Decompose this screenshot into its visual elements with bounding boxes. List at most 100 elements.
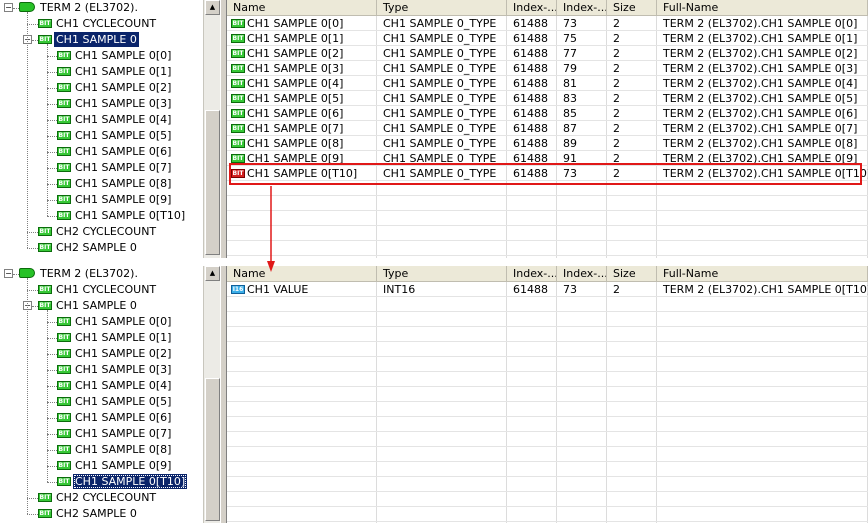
column-header-size[interactable]: Size <box>607 0 657 16</box>
table-row[interactable]: BIT CH1 SAMPLE 0[2] CH1 SAMPLE 0_TYPE 61488… <box>227 46 868 61</box>
tree-node-terminal[interactable]: TERM 2 (EL3702). <box>19 0 140 16</box>
bit-variable-icon: BIT <box>38 508 52 518</box>
green-bit-icon: BIT <box>231 78 245 88</box>
tree-collapse-icon[interactable]: − <box>4 269 13 278</box>
tree-node-ch2-cyclecount[interactable]: BIT CH2 CYCLECOUNT <box>38 224 158 240</box>
tree-node-label: CH1 SAMPLE 0[5] <box>75 395 172 408</box>
tree-node-sample-item[interactable]: BIT CH1 SAMPLE 0[9] <box>57 458 173 474</box>
column-header-idx2[interactable]: Index-... <box>557 266 607 282</box>
column-header-type[interactable]: Type <box>377 266 507 282</box>
tree-node-sample-item[interactable]: BIT CH1 SAMPLE 0[8] <box>57 442 173 458</box>
bit-variable-icon: BIT <box>57 130 71 140</box>
table-row[interactable]: BIT CH1 SAMPLE 0[4] CH1 SAMPLE 0_TYPE 61488… <box>227 76 868 91</box>
column-header-name[interactable]: Name <box>227 266 377 282</box>
scroll-thumb[interactable] <box>205 110 220 255</box>
cell-idx2: 83 <box>563 92 577 105</box>
tree-node-sample-item[interactable]: BIT CH1 SAMPLE 0[7] <box>57 160 173 176</box>
table-row[interactable]: BIT CH1 SAMPLE 0[1] CH1 SAMPLE 0_TYPE 61488… <box>227 31 868 46</box>
column-header-size[interactable]: Size <box>607 266 657 282</box>
scroll-thumb[interactable] <box>205 378 220 521</box>
splitter[interactable] <box>220 266 227 523</box>
tree-node-sample-item[interactable]: BIT CH1 SAMPLE 0[3] <box>57 362 173 378</box>
variable-list[interactable]: Name Type Index-... Index-... Size Full-Name I… <box>227 266 868 523</box>
column-header-idx1[interactable]: Index-... <box>507 0 557 16</box>
tree-node-sample-item[interactable]: BIT CH1 SAMPLE 0[1] <box>57 64 173 80</box>
tree-node-sample-item[interactable]: BIT CH1 SAMPLE 0[4] <box>57 112 173 128</box>
tree-node-sample-item[interactable]: BIT CH1 SAMPLE 0[T10] <box>57 208 187 224</box>
cell-size: 2 <box>613 283 620 296</box>
tree-node-ch2-sample-0[interactable]: BIT CH2 SAMPLE 0 <box>38 506 139 522</box>
cell-size: 2 <box>613 137 620 150</box>
table-row[interactable]: BIT CH1 SAMPLE 0[6] CH1 SAMPLE 0_TYPE 61488… <box>227 106 868 121</box>
splitter[interactable] <box>220 0 227 258</box>
tree-node-label: CH1 CYCLECOUNT <box>56 17 157 30</box>
bit-variable-icon: BIT <box>57 50 71 60</box>
green-bit-icon: BIT <box>231 93 245 103</box>
tree-node-sample-item[interactable]: BIT CH1 SAMPLE 0[2] <box>57 80 173 96</box>
tree-node-label: CH1 SAMPLE 0[6] <box>75 145 172 158</box>
bit-variable-icon: BIT <box>38 284 52 294</box>
tree-node-sample-item[interactable]: BIT CH1 SAMPLE 0[6] <box>57 144 173 160</box>
tree-node-label: CH1 SAMPLE 0[5] <box>75 129 172 142</box>
tree-node-sample-item[interactable]: BIT CH1 SAMPLE 0[2] <box>57 346 173 362</box>
tree-node-label: CH1 SAMPLE 0[1] <box>75 65 172 78</box>
tree-node-ch1-sample-0[interactable]: BIT CH1 SAMPLE 0 <box>38 298 139 314</box>
table-row[interactable]: BIT CH1 SAMPLE 0[5] CH1 SAMPLE 0_TYPE 61488… <box>227 91 868 106</box>
column-header-idx1[interactable]: Index-... <box>507 266 557 282</box>
tree-node-ch2-cyclecount[interactable]: BIT CH2 CYCLECOUNT <box>38 490 158 506</box>
cell-idx1: 61488 <box>513 283 548 296</box>
tree-node-sample-item[interactable]: BIT CH1 SAMPLE 0[5] <box>57 394 173 410</box>
tree-node-sample-item[interactable]: BIT CH1 SAMPLE 0[1] <box>57 330 173 346</box>
tree-scrollbar[interactable]: ▲ <box>203 266 220 523</box>
tree-node-sample-item[interactable]: BIT CH1 SAMPLE 0[3] <box>57 96 173 112</box>
column-header-name[interactable]: Name <box>227 0 377 16</box>
tree-node-sample-item[interactable]: BIT CH1 SAMPLE 0[4] <box>57 378 173 394</box>
table-row[interactable]: BIT CH1 SAMPLE 0[3] CH1 SAMPLE 0_TYPE 61488… <box>227 61 868 76</box>
tree-view[interactable]: − TERM 2 (EL3702). BIT CH1 CYCLECOUNT − BIT CH… <box>0 266 203 523</box>
tree-node-label: CH2 SAMPLE 0 <box>56 241 137 254</box>
green-bit-icon: BIT <box>231 123 245 133</box>
tree-node-sample-item[interactable]: BIT CH1 SAMPLE 0[8] <box>57 176 173 192</box>
tree-node-sample-item[interactable]: BIT CH1 SAMPLE 0[T10] <box>57 474 188 490</box>
green-bit-icon: BIT <box>231 63 245 73</box>
bit-variable-icon: BIT <box>57 316 71 326</box>
tree-node-ch1-sample-0[interactable]: BIT CH1 SAMPLE 0 <box>38 32 139 48</box>
tree-scrollbar[interactable]: ▲ <box>203 0 220 258</box>
scroll-up-icon[interactable]: ▲ <box>205 266 220 281</box>
scroll-up-icon[interactable]: ▲ <box>205 0 220 15</box>
tree-node-ch1-cyclecount[interactable]: BIT CH1 CYCLECOUNT <box>38 282 158 298</box>
tree-node-sample-item[interactable]: BIT CH1 SAMPLE 0[6] <box>57 410 173 426</box>
cell-idx1: 61488 <box>513 122 548 135</box>
bit-variable-icon: BIT <box>57 114 71 124</box>
tree-node-sample-item[interactable]: BIT CH1 SAMPLE 0[0] <box>57 48 173 64</box>
cell-full: TERM 2 (EL3702).CH1 SAMPLE 0[0] <box>663 17 858 30</box>
tree-node-sample-item[interactable]: BIT CH1 SAMPLE 0[7] <box>57 426 173 442</box>
bit-variable-icon: BIT <box>57 66 71 76</box>
table-row[interactable]: BIT CH1 SAMPLE 0[8] CH1 SAMPLE 0_TYPE 61488… <box>227 136 868 151</box>
cell-name: BIT CH1 SAMPLE 0[3] <box>231 62 344 75</box>
table-row[interactable]: BIT CH1 SAMPLE 0[7] CH1 SAMPLE 0_TYPE 61488… <box>227 121 868 136</box>
bit-variable-icon: BIT <box>38 18 52 28</box>
tree-node-sample-item[interactable]: BIT CH1 SAMPLE 0[0] <box>57 314 173 330</box>
column-header-full[interactable]: Full-Name <box>657 0 868 16</box>
variable-list[interactable]: Name Type Index-... Index-... Size Full-Name B… <box>227 0 868 258</box>
tree-node-sample-item[interactable]: BIT CH1 SAMPLE 0[9] <box>57 192 173 208</box>
tree-node-ch2-sample-0[interactable]: BIT CH2 SAMPLE 0 <box>38 240 139 256</box>
tree-collapse-icon[interactable]: − <box>4 3 13 12</box>
bit-variable-icon: BIT <box>57 162 71 172</box>
table-row[interactable]: I16 CH1 VALUE INT16 61488 73 2 TERM 2 (EL3702)… <box>227 282 868 297</box>
cell-size: 2 <box>613 107 620 120</box>
cell-idx1: 61488 <box>513 47 548 60</box>
column-header-idx2[interactable]: Index-... <box>557 0 607 16</box>
tree-node-sample-item[interactable]: BIT CH1 SAMPLE 0[5] <box>57 128 173 144</box>
cell-idx2: 75 <box>563 32 577 45</box>
terminal-icon <box>19 2 35 12</box>
tree-view[interactable]: − TERM 2 (EL3702). BIT CH1 CYCLECOUNT − BIT CH… <box>0 0 203 258</box>
column-header-full[interactable]: Full-Name <box>657 266 868 282</box>
tree-node-ch1-cyclecount[interactable]: BIT CH1 CYCLECOUNT <box>38 16 158 32</box>
tree-node-terminal[interactable]: TERM 2 (EL3702). <box>19 266 140 282</box>
table-row[interactable]: BIT CH1 SAMPLE 0[0] CH1 SAMPLE 0_TYPE 61488… <box>227 16 868 31</box>
cell-idx1: 61488 <box>513 77 548 90</box>
column-header-type[interactable]: Type <box>377 0 507 16</box>
tree-node-label: CH1 CYCLECOUNT <box>56 283 157 296</box>
